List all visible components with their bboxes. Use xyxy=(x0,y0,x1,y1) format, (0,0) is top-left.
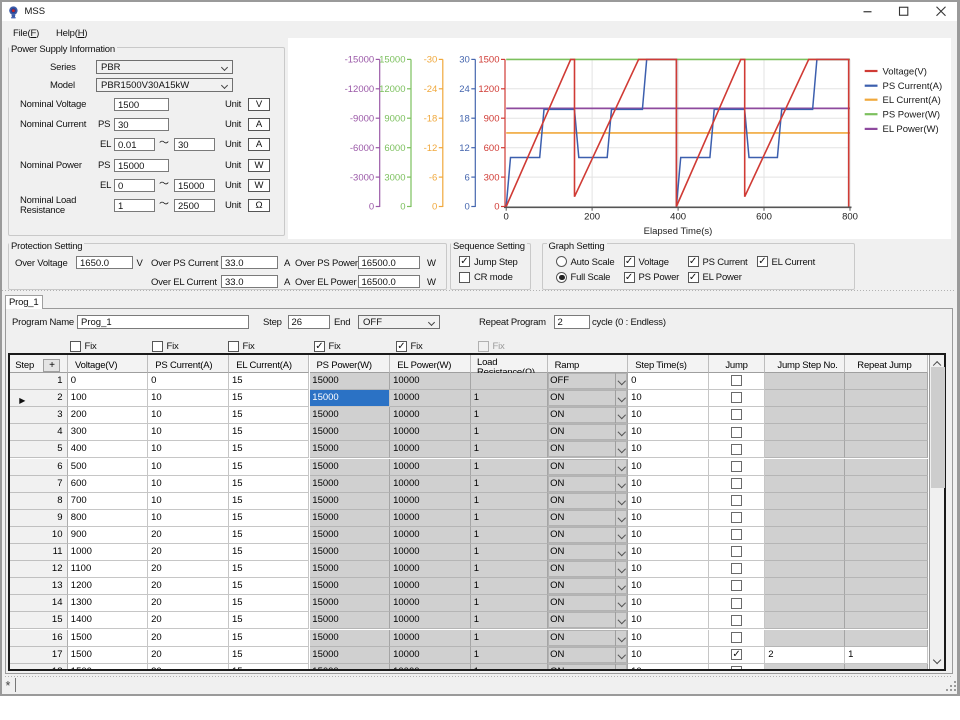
svg-text:-6000: -6000 xyxy=(350,143,374,154)
svg-text:-18: -18 xyxy=(424,113,438,124)
svg-text:0: 0 xyxy=(494,202,499,213)
svg-text:15000: 15000 xyxy=(379,55,405,66)
svg-text:EL Current(A): EL Current(A) xyxy=(883,95,941,106)
svg-text:0: 0 xyxy=(504,212,509,223)
svg-text:-3000: -3000 xyxy=(350,172,374,183)
svg-text:30: 30 xyxy=(459,55,470,66)
svg-text:-24: -24 xyxy=(424,84,438,95)
svg-text:6000: 6000 xyxy=(384,143,405,154)
svg-text:1200: 1200 xyxy=(478,84,499,95)
svg-text:-12: -12 xyxy=(424,143,438,154)
svg-text:EL Power(W): EL Power(W) xyxy=(883,124,939,135)
svg-text:-9000: -9000 xyxy=(350,113,374,124)
svg-text:6: 6 xyxy=(465,172,470,183)
svg-text:Elapsed Time(s): Elapsed Time(s) xyxy=(644,226,713,237)
svg-text:0: 0 xyxy=(400,202,405,213)
svg-text:PS Current(A): PS Current(A) xyxy=(883,81,943,92)
svg-text:600: 600 xyxy=(484,143,500,154)
svg-text:800: 800 xyxy=(842,212,858,223)
svg-text:0: 0 xyxy=(432,202,437,213)
svg-text:12000: 12000 xyxy=(379,84,405,95)
svg-text:9000: 9000 xyxy=(384,113,405,124)
svg-text:400: 400 xyxy=(670,212,686,223)
svg-text:0: 0 xyxy=(369,202,374,213)
svg-text:18: 18 xyxy=(459,113,470,124)
svg-text:24: 24 xyxy=(459,84,470,95)
svg-text:0: 0 xyxy=(465,202,470,213)
svg-text:300: 300 xyxy=(484,172,500,183)
svg-text:-30: -30 xyxy=(424,55,438,66)
svg-text:1500: 1500 xyxy=(478,55,499,66)
svg-text:12: 12 xyxy=(459,143,470,154)
svg-text:-6: -6 xyxy=(429,172,437,183)
svg-text:-15000: -15000 xyxy=(345,55,375,66)
svg-text:900: 900 xyxy=(484,113,500,124)
svg-text:3000: 3000 xyxy=(384,172,405,183)
svg-text:PS Power(W): PS Power(W) xyxy=(883,110,941,121)
svg-text:200: 200 xyxy=(584,212,600,223)
svg-text:600: 600 xyxy=(756,212,772,223)
svg-text:-12000: -12000 xyxy=(345,84,375,95)
svg-text:Voltage(V): Voltage(V) xyxy=(883,66,927,77)
